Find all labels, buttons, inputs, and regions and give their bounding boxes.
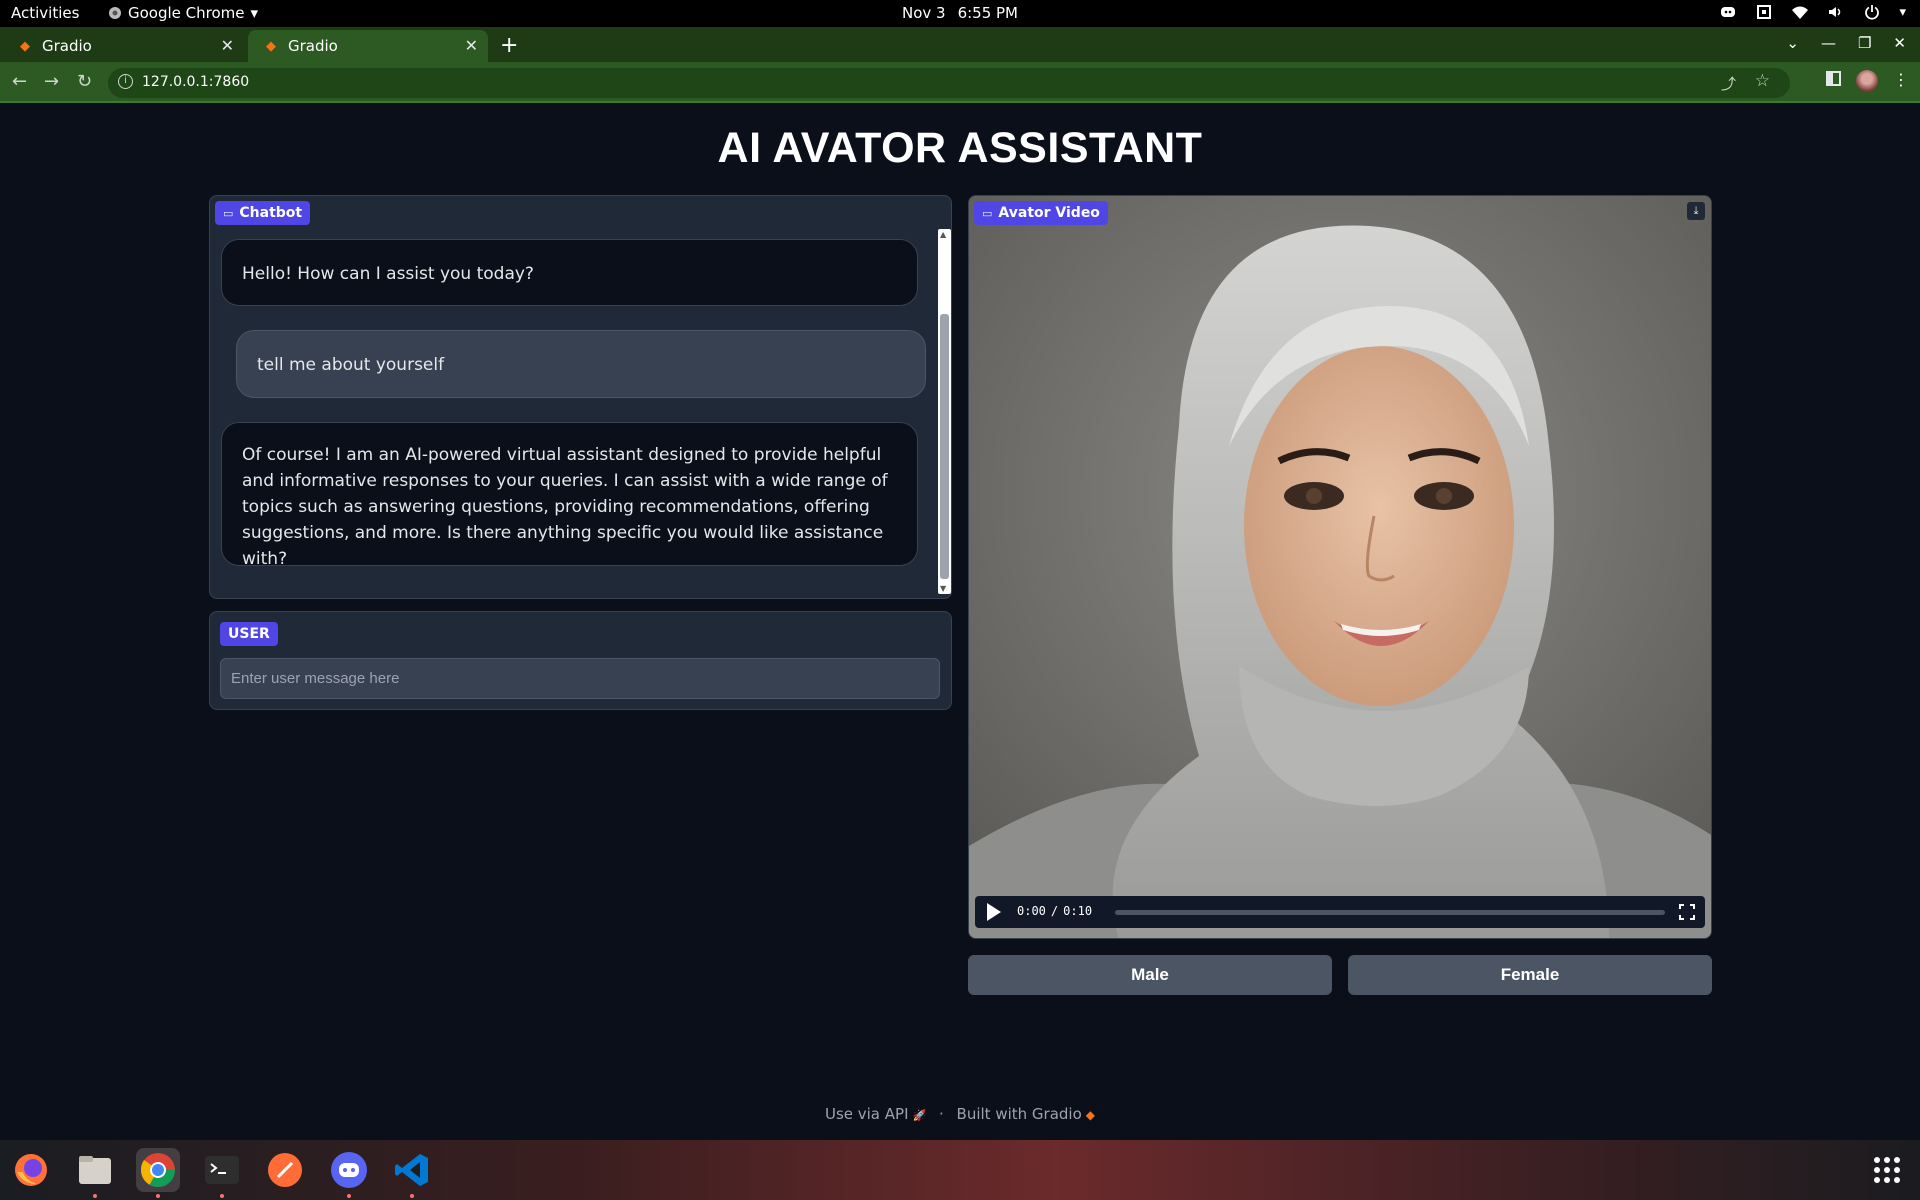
user-message: tell me about yourself — [236, 330, 926, 398]
window-controls: ⌄ — ❐ ✕ — [1786, 34, 1906, 52]
avatar-video-frame[interactable] — [969, 196, 1712, 939]
forward-icon[interactable]: → — [44, 71, 59, 92]
user-input-panel: USER — [209, 611, 952, 710]
browser-tab[interactable]: ◆ Gradio ✕ — [2, 30, 244, 62]
page-title: AI AVATOR ASSISTANT — [717, 124, 1203, 172]
current-time: 0:00 — [1017, 904, 1046, 918]
play-icon[interactable] — [987, 903, 1001, 921]
tab-title: Gradio — [288, 37, 338, 55]
kebab-menu-icon[interactable]: ⋮ — [1893, 70, 1909, 89]
running-indicator — [156, 1194, 160, 1198]
download-icon[interactable]: ⤓ — [1687, 202, 1705, 220]
video-controls: 0:00 / 0:10 — [975, 896, 1705, 928]
discord-tray-icon[interactable] — [1719, 3, 1737, 21]
scroll-down-icon[interactable]: ▼ — [940, 584, 946, 593]
clock[interactable]: Nov 3 6:55 PM — [0, 4, 1920, 22]
taskbar-dock — [0, 1140, 1920, 1200]
terminal-icon[interactable] — [200, 1148, 244, 1198]
show-apps-icon[interactable] — [1874, 1157, 1900, 1183]
video-label: ▭ Avator Video — [974, 201, 1108, 225]
footer-separator: · — [938, 1105, 944, 1123]
system-top-bar: Activities Google Chrome ▾ Nov 3 6:55 PM … — [0, 0, 1920, 27]
video-seek-bar[interactable] — [1115, 910, 1665, 915]
browser-toolbar: ← → ↻ i 127.0.0.1:7860 ⤴ ☆ ⋮ — [0, 62, 1920, 103]
firefox-icon[interactable] — [9, 1148, 53, 1192]
new-tab-icon[interactable]: + — [500, 33, 518, 58]
gradio-logo-icon: ◆ — [1085, 1108, 1096, 1122]
side-panel-icon[interactable] — [1826, 71, 1841, 86]
chat-scrollbar[interactable]: ▲ ▼ — [938, 229, 951, 594]
restore-icon[interactable]: ❐ — [1858, 34, 1871, 52]
discord-icon[interactable] — [327, 1148, 371, 1198]
running-indicator — [220, 1194, 224, 1198]
male-button[interactable]: Male — [968, 955, 1332, 995]
url-text[interactable]: 127.0.0.1:7860 — [142, 74, 249, 90]
bot-message: Hello! How can I assist you today? — [221, 239, 918, 306]
tab-strip: ◆ Gradio ✕ ◆ Gradio ✕ + ⌄ — ❐ ✕ — [0, 27, 1920, 62]
gradio-page: AI AVATOR ASSISTANT ▭ Chatbot Hello! How… — [0, 104, 1920, 1140]
use-via-api-link[interactable]: Use via API — [825, 1105, 909, 1123]
power-icon[interactable] — [1863, 3, 1881, 21]
chatbot-panel: ▭ Chatbot Hello! How can I assist you to… — [209, 195, 952, 599]
running-indicator — [410, 1194, 414, 1198]
avatar-video-panel: ▭ Avator Video ⤓ 0:00 / 0:10 — [968, 195, 1712, 939]
volume-icon[interactable] — [1827, 3, 1845, 21]
fullscreen-icon[interactable] — [1678, 903, 1696, 921]
share-icon[interactable]: ⤴ — [1721, 73, 1736, 94]
chatbot-label-text: Chatbot — [239, 205, 303, 221]
screenshot-tray-icon[interactable] — [1755, 3, 1773, 21]
scrollbar-thumb[interactable] — [940, 314, 949, 579]
vscode-icon[interactable] — [390, 1148, 434, 1198]
female-button[interactable]: Female — [1348, 955, 1712, 995]
rocket-icon: 🚀 — [912, 1109, 927, 1122]
minimize-icon[interactable]: — — [1821, 34, 1836, 52]
address-bar[interactable]: i 127.0.0.1:7860 ⤴ ☆ — [108, 68, 1790, 98]
profile-avatar[interactable] — [1856, 70, 1878, 92]
user-message-input[interactable] — [220, 658, 940, 699]
built-with-gradio-link[interactable]: Built with Gradio — [957, 1105, 1082, 1123]
close-tab-icon[interactable]: ✕ — [465, 36, 478, 55]
running-indicator — [347, 1194, 351, 1198]
chrome-icon[interactable] — [136, 1148, 180, 1198]
chatbot-label: ▭ Chatbot — [215, 201, 311, 225]
caret-down-icon[interactable]: ▾ — [1899, 5, 1906, 20]
footer: Use via API 🚀 · Built with Gradio ◆ — [0, 1105, 1920, 1123]
reload-icon[interactable]: ↻ — [77, 71, 92, 92]
gradio-favicon-icon: ◆ — [20, 38, 30, 54]
wifi-icon[interactable] — [1791, 3, 1809, 21]
running-indicator — [93, 1194, 97, 1198]
video-time: 0:00 / 0:10 — [1017, 904, 1092, 918]
chat-bubble-icon: ▭ — [223, 206, 234, 220]
gradio-favicon-icon: ◆ — [266, 38, 276, 54]
tab-title: Gradio — [42, 37, 92, 55]
close-tab-icon[interactable]: ✕ — [221, 36, 234, 55]
time-separator: / — [1050, 904, 1059, 918]
scroll-up-icon[interactable]: ▲ — [940, 230, 946, 239]
user-label: USER — [220, 622, 278, 646]
video-label-text: Avator Video — [998, 205, 1100, 221]
video-camera-icon: ▭ — [982, 206, 993, 220]
back-icon[interactable]: ← — [12, 71, 27, 92]
files-icon[interactable] — [73, 1148, 117, 1198]
site-info-icon[interactable]: i — [118, 74, 133, 89]
system-tray[interactable]: ▾ — [1719, 3, 1906, 21]
bookmark-star-icon[interactable]: ☆ — [1755, 71, 1770, 91]
postman-icon[interactable] — [263, 1148, 307, 1192]
clock-date: Nov 3 — [901, 4, 946, 22]
tab-search-icon[interactable]: ⌄ — [1786, 34, 1799, 52]
clock-time: 6:55 PM — [957, 4, 1019, 22]
duration: 0:10 — [1063, 904, 1093, 918]
bot-message: Of course! I am an AI-powered virtual as… — [221, 422, 918, 569]
browser-tab-active[interactable]: ◆ Gradio ✕ — [248, 30, 488, 62]
close-window-icon[interactable]: ✕ — [1893, 34, 1906, 52]
